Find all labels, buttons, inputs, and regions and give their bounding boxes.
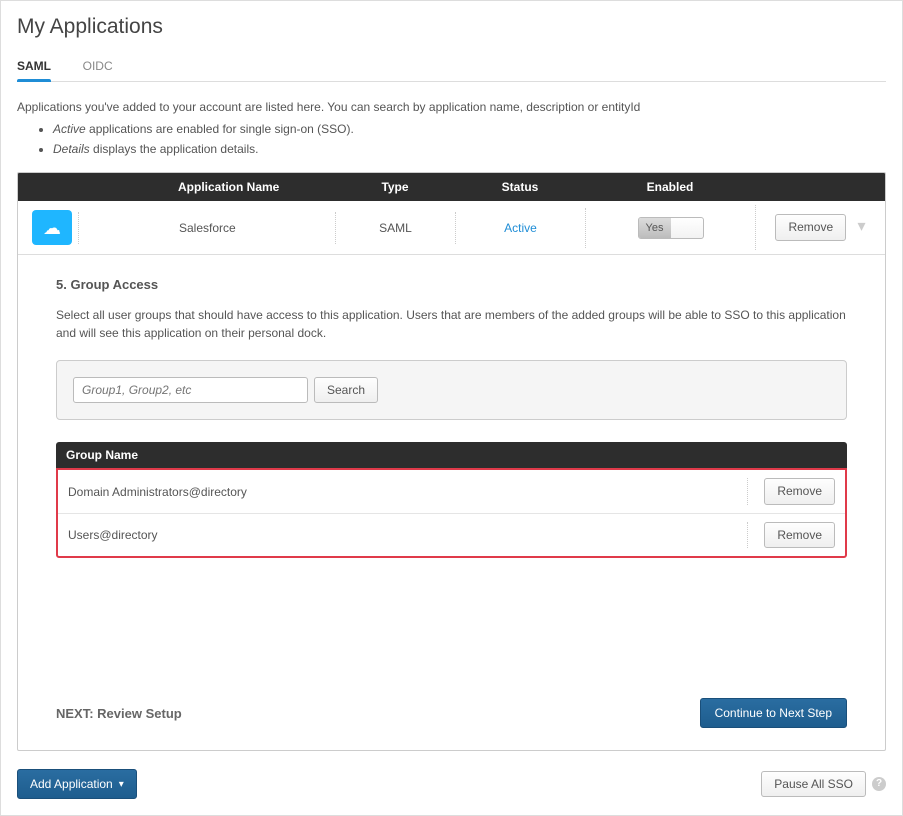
group-name: Users@directory — [68, 528, 747, 542]
intro-notes: Active applications are enabled for sing… — [17, 120, 886, 158]
groups-table-header: Group Name — [56, 442, 847, 468]
col-header-type: Type — [335, 173, 455, 201]
remove-group-button[interactable]: Remove — [764, 522, 835, 548]
note-details: Details displays the application details… — [53, 140, 886, 158]
col-header-enabled: Enabled — [585, 173, 755, 201]
note-details-em: Details — [53, 142, 90, 156]
note-details-rest: displays the application details. — [90, 142, 259, 156]
app-type: SAML — [335, 212, 455, 244]
applications-card: Application Name Type Status Enabled ☁ S… — [17, 172, 886, 751]
group-access-desc: Select all user groups that should have … — [56, 306, 847, 342]
apps-table-header: Application Name Type Status Enabled — [18, 173, 885, 201]
pause-sso-button[interactable]: Pause All SSO — [761, 771, 866, 797]
toggle-yes: Yes — [639, 218, 671, 238]
app-name: Salesforce — [78, 212, 335, 244]
panel-footer: NEXT: Review Setup Continue to Next Step — [56, 698, 847, 728]
help-icon[interactable]: ? — [872, 777, 886, 791]
remove-group-button[interactable]: Remove — [764, 478, 835, 504]
tabs: SAML OIDC — [17, 53, 886, 82]
group-search-input[interactable] — [73, 377, 308, 403]
col-header-name: Application Name — [78, 173, 335, 201]
expand-row-icon[interactable]: ▾ — [858, 218, 866, 235]
tab-saml[interactable]: SAML — [17, 53, 51, 81]
groups-table: Domain Administrators@directory Remove U… — [56, 468, 847, 558]
continue-button[interactable]: Continue to Next Step — [700, 698, 847, 728]
group-row: Domain Administrators@directory Remove — [58, 470, 845, 512]
intro-text: Applications you've added to your accoun… — [17, 100, 886, 114]
group-search-button[interactable]: Search — [314, 377, 378, 403]
caret-down-icon: ▾ — [119, 779, 124, 790]
page-container: My Applications SAML OIDC Applications y… — [0, 0, 903, 816]
page-title: My Applications — [17, 15, 886, 39]
group-search-box: Search — [56, 360, 847, 420]
bottom-bar: Add Application ▾ Pause All SSO ? — [17, 769, 886, 799]
toggle-off — [671, 218, 703, 238]
group-row: Users@directory Remove — [58, 513, 845, 556]
group-access-title: 5. Group Access — [56, 277, 847, 292]
group-name: Domain Administrators@directory — [68, 485, 747, 499]
tab-oidc[interactable]: OIDC — [83, 53, 113, 81]
col-header-status: Status — [455, 173, 585, 201]
app-status-link[interactable]: Active — [504, 221, 537, 235]
note-active: Active applications are enabled for sing… — [53, 120, 886, 138]
salesforce-icon: ☁ — [32, 210, 72, 245]
add-application-label: Add Application — [30, 777, 113, 791]
group-access-panel: 5. Group Access Select all user groups t… — [18, 255, 885, 750]
note-active-em: Active — [53, 122, 86, 136]
next-step-label: NEXT: Review Setup — [56, 706, 182, 721]
note-active-rest: applications are enabled for single sign… — [86, 122, 354, 136]
enabled-toggle[interactable]: Yes — [638, 217, 704, 239]
add-application-button[interactable]: Add Application ▾ — [17, 769, 137, 799]
app-row-salesforce: ☁ Salesforce SAML Active Yes Remove ▾ — [18, 201, 885, 255]
remove-app-button[interactable]: Remove — [775, 214, 846, 240]
